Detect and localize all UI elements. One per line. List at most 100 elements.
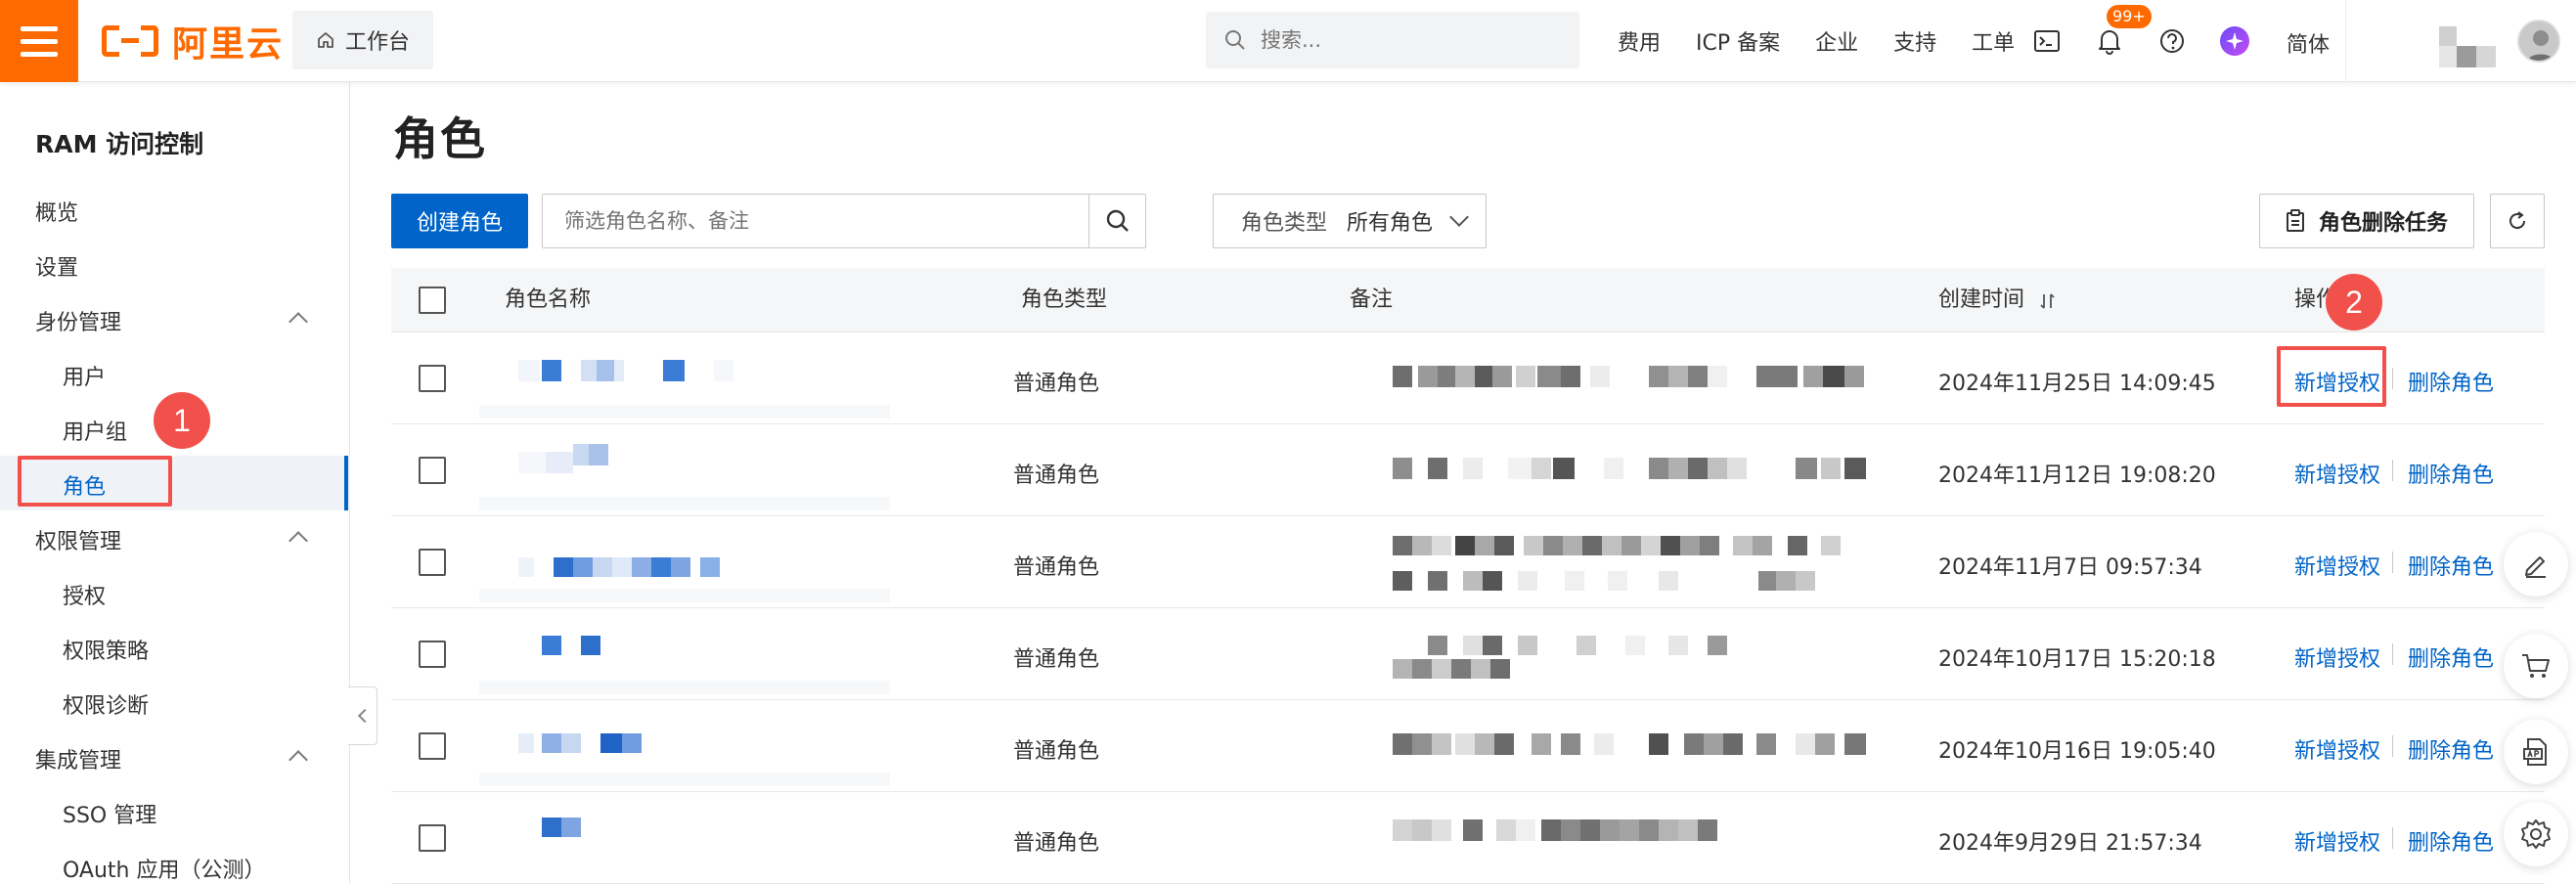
add-grant-link[interactable]: 新增授权 [2294, 825, 2380, 857]
table-row: 普通角色 2024年11月12日 19:08:20 新增授权 删除角色 [391, 424, 2545, 516]
role-type: 普通角色 [1013, 372, 1100, 396]
row-checkbox[interactable] [419, 732, 446, 760]
delete-role-link[interactable]: 删除角色 [2408, 366, 2494, 397]
role-name-redacted[interactable] [479, 524, 890, 602]
settings-tool[interactable] [2504, 802, 2568, 866]
cart-icon [2522, 654, 2550, 678]
add-grant-link[interactable]: 新增授权 [2294, 550, 2380, 581]
sidebar-group-identity[interactable]: 身份管理 [35, 305, 121, 336]
nav-billing[interactable]: 费用 [1618, 25, 1661, 57]
sidebar-item-grants[interactable]: 授权 [63, 579, 106, 610]
delete-role-link[interactable]: 删除角色 [2408, 641, 2494, 673]
sidebar-collapse-button[interactable] [348, 686, 378, 745]
role-type: 普通角色 [1013, 739, 1100, 764]
select-all-checkbox[interactable] [419, 287, 446, 314]
role-filter-input[interactable] [543, 195, 1088, 247]
menu-hamburger-icon[interactable] [0, 0, 78, 82]
sort-icon[interactable] [2038, 291, 2058, 311]
role-name-redacted[interactable] [479, 340, 890, 419]
row-checkbox[interactable] [419, 457, 446, 484]
column-header-created[interactable]: 创建时间 [1938, 268, 2024, 332]
column-header-note: 备注 [1350, 287, 1394, 312]
edit-tool[interactable] [2504, 532, 2568, 597]
role-type-select[interactable]: 角色类型 所有角色 [1213, 194, 1487, 248]
role-type: 普通角色 [1013, 831, 1100, 856]
avatar[interactable] [2517, 20, 2560, 63]
role-filter-search-button[interactable] [1088, 195, 1145, 247]
header-divider [2345, 0, 2346, 82]
sidebar-item-diagnosis[interactable]: 权限诊断 [63, 688, 149, 720]
global-search-input[interactable] [1261, 28, 1534, 52]
role-filter [542, 194, 1146, 248]
role-note-redacted [1369, 616, 1917, 694]
aliyun-logo[interactable]: 阿里云 [102, 21, 284, 65]
nav-support[interactable]: 支持 [1893, 25, 1936, 57]
created-time: 2024年10月16日 19:05:40 [1938, 739, 2216, 764]
table-header: 角色名称 角色类型 备注 创建时间 操作 [391, 268, 2545, 332]
nav-enterprise[interactable]: 企业 [1815, 25, 1858, 57]
terminal-icon[interactable] [2030, 24, 2064, 58]
delete-role-link[interactable]: 删除角色 [2408, 825, 2494, 857]
row-checkbox[interactable] [419, 365, 446, 392]
role-type: 普通角色 [1013, 464, 1100, 488]
delete-role-link[interactable]: 删除角色 [2408, 733, 2494, 765]
sidebar-group-permissions[interactable]: 权限管理 [35, 524, 121, 555]
role-type-label: 角色类型 [1241, 211, 1328, 236]
language-switch[interactable]: 简体 [2287, 27, 2330, 59]
role-delete-task-button[interactable]: 角色删除任务 [2259, 194, 2474, 248]
sidebar-item-sso[interactable]: SSO 管理 [63, 798, 156, 829]
home-icon [318, 32, 333, 48]
sidebar-item-overview[interactable]: 概览 [35, 196, 78, 227]
row-checkbox[interactable] [419, 641, 446, 668]
bell-icon[interactable]: 99+ [2093, 5, 2152, 58]
chevron-up-icon[interactable] [289, 531, 308, 551]
api-tool[interactable] [2504, 720, 2568, 784]
delete-role-link[interactable]: 删除角色 [2408, 458, 2494, 489]
created-time: 2024年11月25日 14:09:45 [1938, 372, 2216, 396]
role-delete-task-label: 角色删除任务 [2318, 211, 2448, 236]
row-checkbox[interactable] [419, 549, 446, 576]
role-name-redacted[interactable] [479, 708, 890, 786]
create-role-button[interactable]: 创建角色 [391, 194, 528, 248]
role-name-redacted[interactable] [479, 616, 890, 694]
chevron-up-icon[interactable] [289, 312, 308, 332]
global-search[interactable] [1206, 12, 1579, 68]
nav-icp[interactable]: ICP 备案 [1696, 25, 1780, 57]
refresh-button[interactable] [2490, 194, 2545, 248]
row-checkbox[interactable] [419, 824, 446, 852]
chevron-up-icon[interactable] [289, 750, 308, 770]
action-separator [2392, 460, 2393, 481]
workbench-button[interactable]: 工作台 [292, 11, 433, 69]
help-icon[interactable] [2155, 24, 2189, 58]
role-name-redacted[interactable] [479, 800, 890, 878]
add-grant-link[interactable]: 新增授权 [2294, 458, 2380, 489]
action-separator [2392, 368, 2393, 389]
delete-role-link[interactable]: 删除角色 [2408, 550, 2494, 581]
nav-ticket[interactable]: 工单 [1972, 25, 2015, 57]
created-time: 2024年9月29日 21:57:34 [1938, 831, 2202, 856]
cart-tool[interactable] [2504, 634, 2568, 698]
gear-icon [2521, 819, 2551, 849]
sidebar-item-oauth[interactable]: OAuth 应用（公测） [63, 853, 266, 884]
role-type-value: 所有角色 [1347, 211, 1434, 236]
action-separator [2392, 552, 2393, 573]
top-nav: 费用 ICP 备案 企业 支持 工单 [1618, 0, 2050, 82]
add-grant-link[interactable]: 新增授权 [2294, 641, 2380, 673]
sidebar-item-settings[interactable]: 设置 [35, 250, 78, 282]
role-note-redacted [1369, 524, 1917, 602]
action-separator [2392, 827, 2393, 849]
table-row: 普通角色 2024年10月17日 15:20:18 新增授权 删除角色 [391, 608, 2545, 700]
ai-assistant-icon[interactable] [2218, 24, 2251, 58]
add-grant-link[interactable]: 新增授权 [2294, 733, 2380, 765]
sidebar-item-user-groups[interactable]: 用户组 [63, 415, 127, 446]
sidebar-group-integration[interactable]: 集成管理 [35, 743, 121, 774]
sidebar-title: RAM 访问控制 [35, 130, 204, 158]
notification-badge: 99+ [2107, 5, 2152, 28]
search-icon [1225, 30, 1245, 50]
role-name-redacted[interactable] [479, 432, 890, 510]
step-marker-2: 2 [2326, 274, 2382, 331]
sidebar-item-users[interactable]: 用户 [63, 360, 106, 391]
account-name-redacted[interactable] [2439, 26, 2496, 69]
sidebar-item-policies[interactable]: 权限策略 [63, 634, 149, 665]
step-marker-1: 1 [154, 392, 210, 449]
